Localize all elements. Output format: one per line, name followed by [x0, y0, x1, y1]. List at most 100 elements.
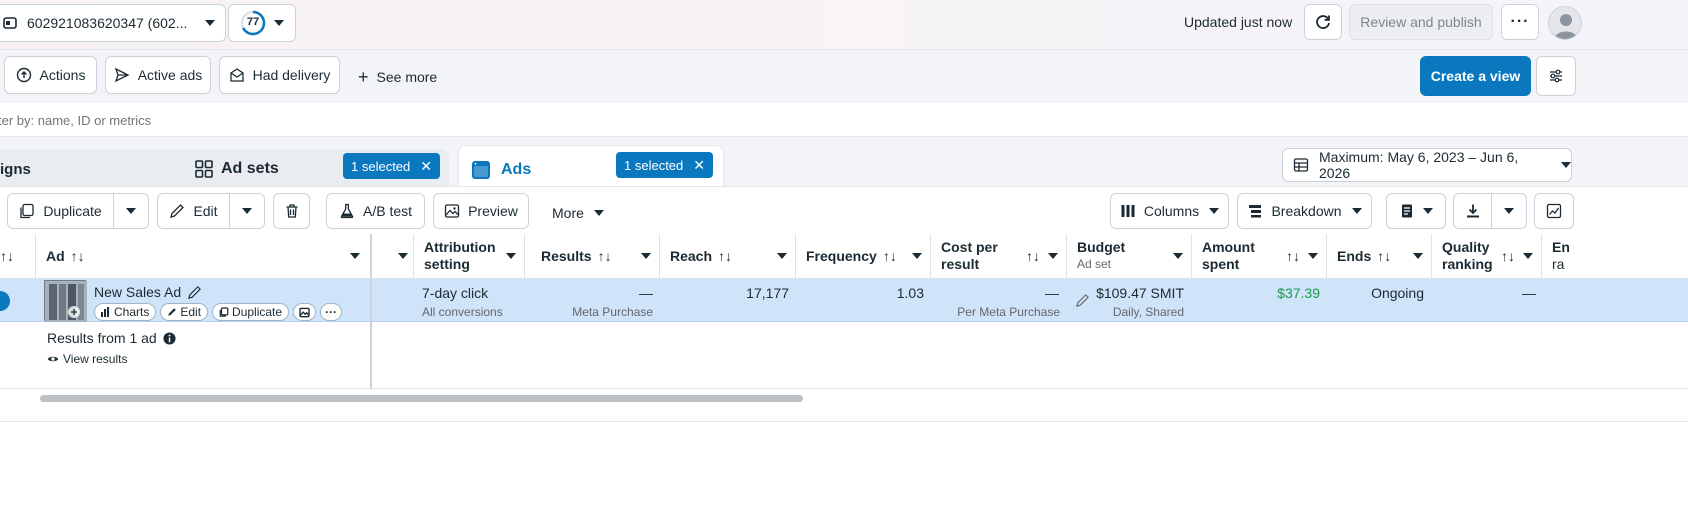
active-ads-filter-button[interactable]: Active ads — [105, 56, 211, 94]
table-row[interactable]: New Sales Ad Charts Edit Duplicate ··· 7… — [0, 279, 1688, 322]
grid-icon — [195, 160, 213, 178]
row-preview-button[interactable] — [293, 303, 317, 321]
see-more-button[interactable]: + See more — [358, 67, 437, 87]
chevron-down-icon — [205, 20, 215, 26]
column-ad-label: Ad — [46, 248, 65, 264]
chevron-down-icon — [126, 208, 136, 214]
duplicate-button[interactable]: Duplicate — [7, 193, 114, 229]
ends-value: Ongoing — [1371, 285, 1424, 301]
column-header-quality-ranking[interactable]: Quality ranking ↑↓ — [1432, 234, 1542, 279]
column-quality-text: Quality ranking — [1442, 239, 1493, 273]
had-delivery-label: Had delivery — [252, 67, 331, 83]
close-icon[interactable]: ✕ — [420, 158, 432, 175]
columns-button[interactable]: Columns — [1110, 193, 1229, 229]
chevron-down-icon — [1308, 253, 1318, 259]
tab-campaigns[interactable]: igns — [0, 149, 203, 189]
preview-button[interactable]: Preview — [433, 193, 529, 229]
column-header-reach[interactable]: Reach ↑↓ — [660, 234, 796, 279]
frozen-divider — [370, 322, 372, 389]
column-header-results[interactable]: Results ↑↓ — [525, 234, 660, 279]
more-button[interactable]: More — [552, 203, 604, 223]
row-more-button[interactable]: ··· — [320, 303, 343, 321]
score-button[interactable]: 77 — [228, 4, 296, 42]
horizontal-scrollbar[interactable] — [40, 395, 803, 402]
column-header-frequency[interactable]: Frequency ↑↓ — [796, 234, 931, 279]
summary-label: Results from 1 ad — [47, 330, 157, 346]
close-icon[interactable]: ✕ — [693, 157, 705, 174]
ad-name-cell[interactable]: New Sales Ad — [94, 284, 202, 300]
row-charts-button[interactable]: Charts — [94, 303, 157, 321]
level-tabs: igns Ad sets 1 selected ✕ Ads 1 selected… — [0, 137, 1688, 193]
account-selector[interactable]: 602921083620347 (602... — [0, 4, 226, 42]
column-header-budget[interactable]: Budget Ad set — [1067, 234, 1192, 279]
reports-button[interactable] — [1386, 193, 1446, 229]
row-edit-button[interactable]: Edit — [160, 303, 209, 321]
column-header-cost-per-result[interactable]: Cost per result ↑↓ — [931, 234, 1067, 279]
refresh-button[interactable] — [1304, 4, 1342, 40]
breakdown-button[interactable]: Breakdown — [1237, 193, 1372, 229]
score-value: 77 — [246, 16, 260, 28]
delete-button[interactable] — [273, 193, 310, 229]
chevron-down-icon — [1504, 208, 1514, 214]
column-cpr-line2: result — [941, 256, 980, 272]
search-input[interactable] — [0, 109, 898, 131]
sliders-icon — [1548, 68, 1564, 84]
export-dropdown-button[interactable] — [1491, 193, 1527, 229]
chevron-down-icon — [274, 20, 284, 26]
ad-thumbnail[interactable] — [44, 280, 87, 322]
actions-filter-button[interactable]: Actions — [4, 56, 97, 94]
avatar[interactable] — [1548, 6, 1582, 40]
ellipsis-icon: ··· — [325, 305, 338, 319]
ab-test-label: A/B test — [362, 203, 413, 219]
sort-icon: ↑↓ — [0, 248, 14, 264]
date-range-picker[interactable]: Maximum: May 6, 2023 – Jun 6, 2026 — [1282, 148, 1572, 182]
review-publish-button[interactable]: Review and publish — [1349, 4, 1493, 40]
date-range-label: Maximum: May 6, 2023 – Jun 6, 2026 — [1319, 149, 1519, 181]
results-sub: Meta Purchase — [572, 305, 653, 319]
edit-label: Edit — [193, 203, 218, 219]
column-header-amount-spent[interactable]: Amount spent ↑↓ — [1192, 234, 1327, 279]
column-header-engagement-rate[interactable]: En ra — [1542, 234, 1688, 279]
column-results-label: Results — [541, 248, 592, 264]
calendar-table-icon — [1293, 157, 1309, 173]
duplicate-dropdown-button[interactable] — [113, 193, 149, 229]
chevron-down-icon — [350, 253, 360, 259]
frozen-divider — [370, 279, 372, 322]
column-budget-label: Budget — [1077, 239, 1126, 255]
edit-button[interactable]: Edit — [157, 193, 230, 229]
view-results-link[interactable]: View results — [47, 352, 127, 366]
ad-name[interactable]: New Sales Ad — [94, 284, 181, 300]
column-frequency-label: Frequency — [806, 248, 877, 264]
column-en-text: En ra — [1552, 239, 1570, 273]
info-icon[interactable] — [163, 331, 176, 345]
edit-dropdown-button[interactable] — [229, 193, 265, 229]
charts-toggle-button[interactable] — [1534, 193, 1574, 229]
chevron-down-icon — [1523, 253, 1533, 259]
attribution-value: 7-day click — [422, 285, 489, 301]
columns-label: Columns — [1143, 203, 1200, 219]
chevron-down-icon — [593, 210, 604, 216]
ad-sets-selected-chip[interactable]: 1 selected ✕ — [343, 153, 440, 179]
report-icon — [1399, 203, 1415, 219]
duplicate-icon — [219, 307, 229, 317]
actions-label: Actions — [39, 67, 86, 83]
column-header-ad[interactable]: Ad ↑↓ — [36, 234, 372, 279]
had-delivery-filter-button[interactable]: Had delivery — [219, 56, 340, 94]
ads-selected-chip[interactable]: 1 selected ✕ — [616, 152, 713, 178]
ab-test-button[interactable]: A/B test — [326, 193, 425, 229]
column-header-attribution[interactable]: Attribution setting — [414, 234, 525, 279]
row-duplicate-button[interactable]: Duplicate — [212, 303, 290, 321]
sort-icon: ↑↓ — [1286, 247, 1300, 264]
export-button[interactable] — [1453, 193, 1492, 229]
column-header-hidden[interactable] — [372, 234, 414, 279]
column-header-ends[interactable]: Ends ↑↓ — [1327, 234, 1432, 279]
create-view-button[interactable]: Create a view — [1420, 56, 1531, 96]
view-settings-button[interactable] — [1536, 56, 1576, 96]
more-options-button[interactable]: ··· — [1501, 4, 1539, 40]
row-toggle[interactable] — [0, 291, 10, 311]
column-header-toggle[interactable]: ↑↓ — [0, 234, 36, 279]
pencil-icon[interactable] — [187, 285, 202, 300]
summary-label-row: Results from 1 ad — [47, 330, 176, 346]
ads-window-icon — [471, 160, 491, 180]
active-ads-label: Active ads — [137, 67, 203, 83]
